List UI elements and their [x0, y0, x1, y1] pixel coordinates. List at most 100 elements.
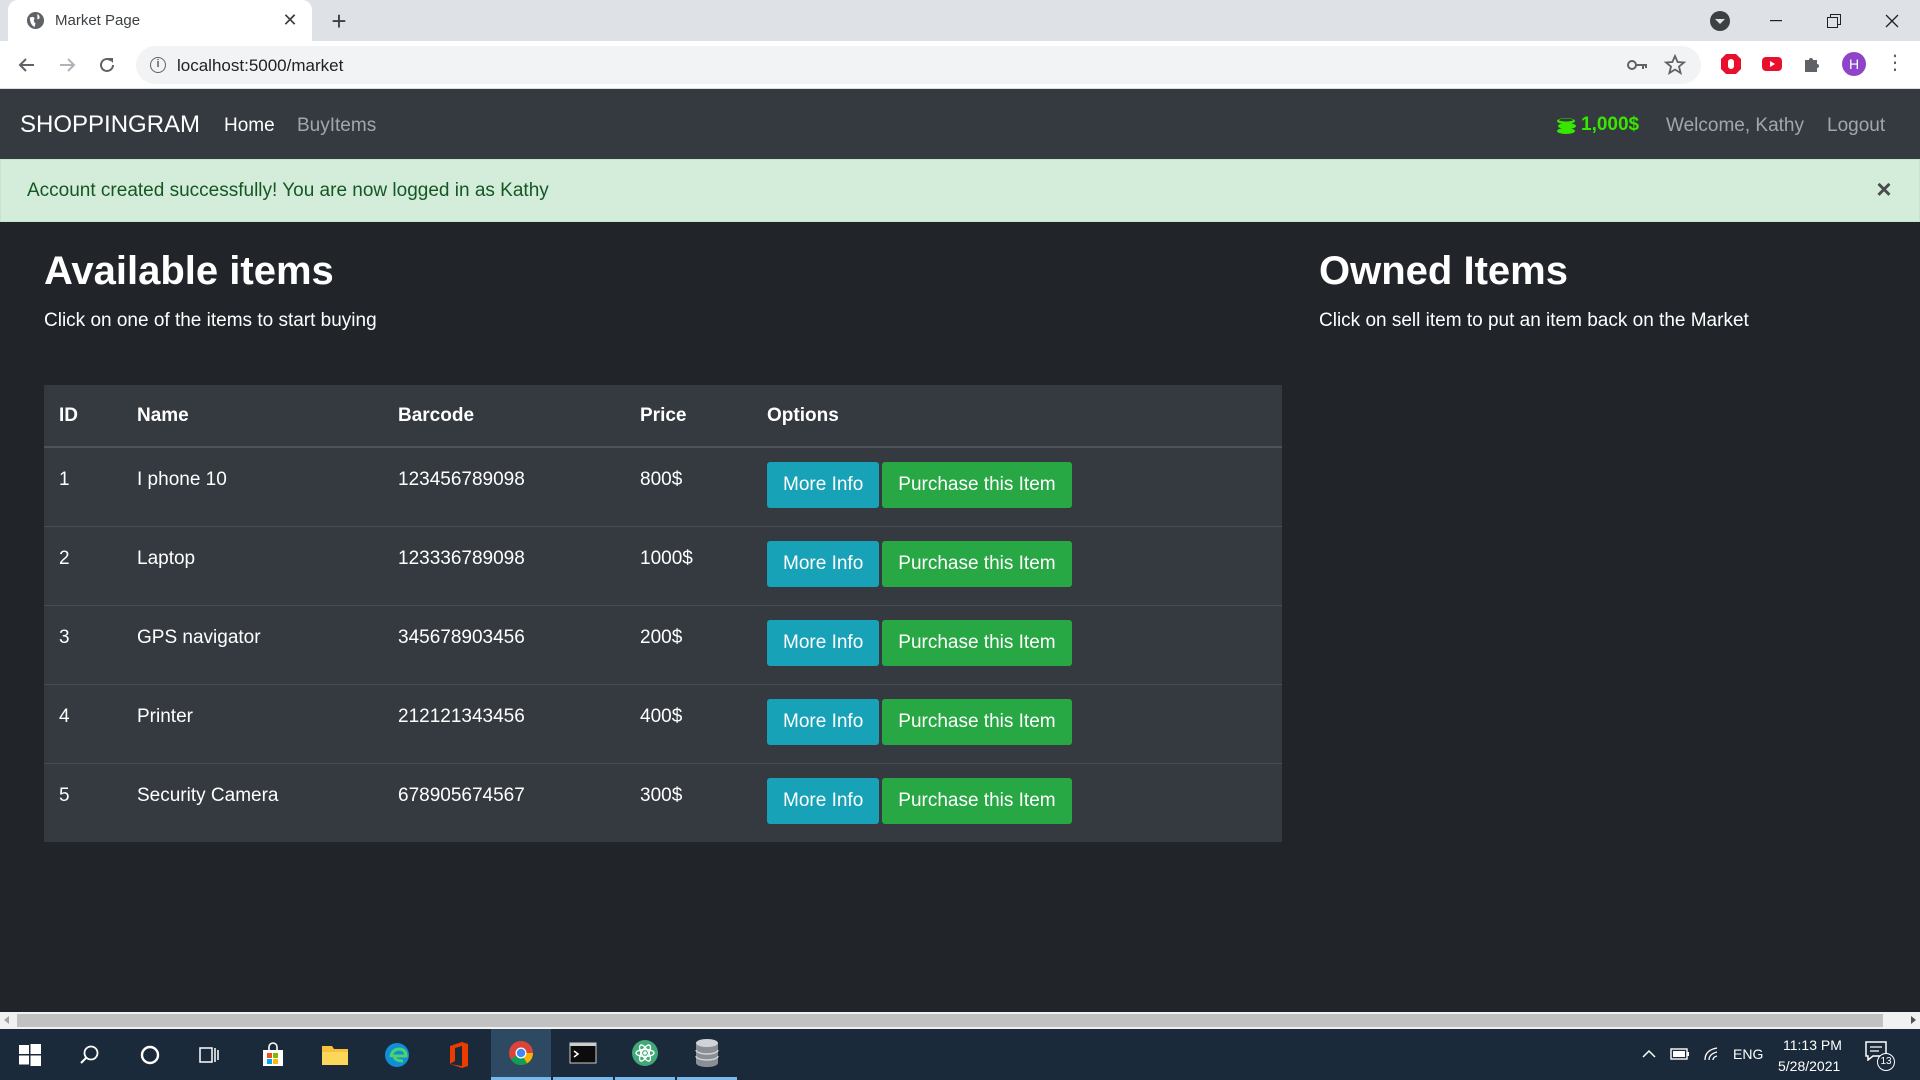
- nav-link-logout[interactable]: Logout: [1827, 115, 1885, 137]
- wifi-icon[interactable]: [1703, 1046, 1721, 1062]
- clock-time[interactable]: 11:13 PM: [1783, 1037, 1842, 1053]
- item-name: GPS navigator: [122, 604, 383, 684]
- reload-button[interactable]: [93, 51, 121, 79]
- column-header-id: ID: [44, 385, 122, 448]
- nav-link-home[interactable]: Home: [224, 115, 275, 137]
- available-items-title: Available items: [44, 249, 334, 293]
- budget-amount: 1,000$: [1581, 114, 1640, 135]
- item-options: More Info Purchase this Item: [752, 604, 1282, 684]
- store-button[interactable]: [243, 1029, 303, 1080]
- restore-button[interactable]: [1806, 0, 1862, 41]
- office-button[interactable]: [429, 1029, 489, 1080]
- alert-close-icon[interactable]: ×: [1871, 174, 1897, 204]
- profile-avatar[interactable]: H: [1842, 52, 1866, 76]
- tab-search-icon[interactable]: [1710, 11, 1730, 31]
- atom-editor-button[interactable]: [615, 1029, 675, 1080]
- chrome-button[interactable]: [491, 1029, 551, 1080]
- reload-icon: [100, 57, 114, 72]
- more-info-button[interactable]: More Info: [767, 777, 880, 824]
- action-center-button[interactable]: 13: [1865, 1041, 1895, 1071]
- database-icon: [695, 1039, 719, 1067]
- item-barcode: 345678903456: [383, 604, 625, 684]
- search-button[interactable]: [60, 1029, 120, 1080]
- item-price: 300$: [625, 762, 752, 842]
- database-app-button[interactable]: [677, 1029, 737, 1080]
- start-button[interactable]: [0, 1029, 60, 1080]
- site-info-icon[interactable]: i: [150, 57, 166, 73]
- coins-icon: [1557, 118, 1576, 134]
- edge-icon: [385, 1042, 409, 1067]
- youtube-extension-icon[interactable]: [1760, 52, 1784, 76]
- terminal-button[interactable]: [553, 1029, 613, 1080]
- table-row: 3 GPS navigator 345678903456 200$ More I…: [44, 604, 1282, 684]
- close-window-button[interactable]: [1864, 0, 1920, 41]
- folder-icon: [322, 1045, 348, 1065]
- more-info-button[interactable]: More Info: [767, 540, 880, 587]
- task-view-button[interactable]: [180, 1029, 240, 1080]
- item-price: 400$: [625, 683, 752, 763]
- language-indicator[interactable]: ENG: [1733, 1046, 1763, 1062]
- browser-toolbar: i localhost:5000/market H ⋮: [0, 41, 1920, 89]
- item-options: More Info Purchase this Item: [752, 446, 1282, 526]
- new-tab-button[interactable]: +: [325, 7, 353, 35]
- browser-tab[interactable]: Market Page ✕: [8, 0, 312, 41]
- purchase-button[interactable]: Purchase this Item: [882, 698, 1072, 745]
- close-icon: [1885, 14, 1899, 27]
- nav-link-buyitems[interactable]: BuyItems: [297, 115, 376, 137]
- tab-close-icon[interactable]: ✕: [278, 8, 302, 32]
- purchase-button[interactable]: Purchase this Item: [882, 777, 1072, 824]
- back-arrow-icon: [18, 58, 34, 72]
- show-hidden-icons-icon[interactable]: [1641, 1049, 1657, 1059]
- purchase-button[interactable]: Purchase this Item: [882, 540, 1072, 587]
- windows-taskbar: ENG 11:13 PM 5/28/2021 13: [0, 1029, 1920, 1080]
- purchase-button[interactable]: Purchase this Item: [882, 462, 1072, 508]
- item-options: More Info Purchase this Item: [752, 683, 1282, 763]
- back-button[interactable]: [13, 51, 41, 79]
- address-bar[interactable]: i localhost:5000/market: [136, 46, 1701, 84]
- minimize-button[interactable]: [1748, 0, 1804, 41]
- url-text[interactable]: localhost:5000/market: [177, 56, 343, 76]
- item-name: I phone 10: [122, 446, 383, 526]
- alert-message: Account created successfully! You are no…: [27, 180, 549, 201]
- chrome-icon: [509, 1041, 533, 1066]
- search-icon: [80, 1045, 99, 1064]
- more-info-button[interactable]: More Info: [767, 698, 880, 745]
- budget-display: 1,000$: [1555, 114, 1639, 136]
- scroll-left-icon[interactable]: [4, 1016, 9, 1024]
- item-name: Printer: [122, 683, 383, 763]
- forward-button[interactable]: [53, 51, 81, 79]
- scroll-right-icon[interactable]: [1911, 1016, 1916, 1024]
- cortana-button[interactable]: [120, 1029, 180, 1080]
- table-row: 1 I phone 10 123456789098 800$ More Info…: [44, 446, 1282, 526]
- battery-icon[interactable]: [1670, 1047, 1690, 1061]
- scrollbar-thumb[interactable]: [17, 1014, 1883, 1027]
- brand-logo[interactable]: SHOPPINGRAM: [20, 111, 200, 139]
- owned-items-subtitle: Click on sell item to put an item back o…: [1319, 310, 1749, 331]
- bookmark-star-icon[interactable]: [1663, 53, 1687, 77]
- clock-date[interactable]: 5/28/2021: [1778, 1058, 1840, 1074]
- more-info-button[interactable]: More Info: [767, 619, 880, 666]
- table-row: 2 Laptop 123336789098 1000$ More Info Pur…: [44, 525, 1282, 605]
- key-icon[interactable]: [1626, 55, 1650, 75]
- puzzle-extensions-icon[interactable]: [1801, 52, 1825, 76]
- success-alert: Account created successfully! You are no…: [0, 159, 1920, 222]
- purchase-button[interactable]: Purchase this Item: [882, 619, 1072, 666]
- item-options: More Info Purchase this Item: [752, 762, 1282, 842]
- adblock-extension-icon[interactable]: [1719, 52, 1743, 76]
- office-icon: [450, 1041, 468, 1068]
- item-id: 1: [44, 446, 122, 526]
- more-info-button[interactable]: More Info: [767, 462, 880, 508]
- windows-logo-icon: [19, 1043, 41, 1066]
- item-id: 4: [44, 683, 122, 763]
- atom-icon: [632, 1040, 658, 1066]
- file-explorer-button[interactable]: [305, 1029, 365, 1080]
- owned-items-title: Owned Items: [1319, 249, 1568, 293]
- column-header-price: Price: [625, 385, 752, 448]
- forward-arrow-icon: [60, 58, 76, 72]
- horizontal-scrollbar[interactable]: [0, 1012, 1920, 1029]
- edge-button[interactable]: [367, 1029, 427, 1080]
- task-view-icon: [199, 1046, 219, 1063]
- item-id: 2: [44, 525, 122, 605]
- browser-menu-icon[interactable]: ⋮: [1885, 52, 1905, 76]
- item-price: 200$: [625, 604, 752, 684]
